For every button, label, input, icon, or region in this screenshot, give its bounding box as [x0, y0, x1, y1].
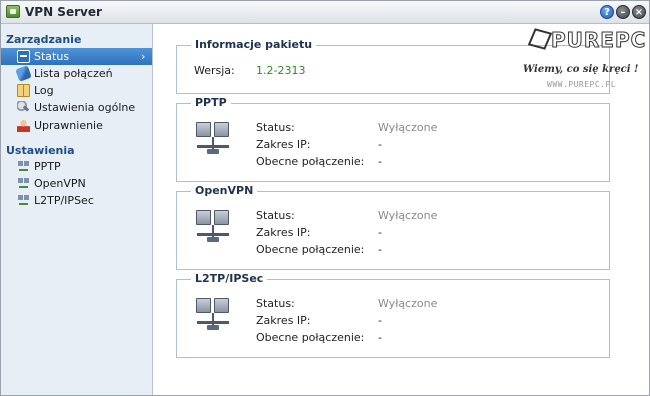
- vpn-server-window: VPN Server ? – × Zarządzanie Status › Li…: [0, 0, 650, 396]
- sidebar-item-openvpn[interactable]: OpenVPN: [1, 175, 152, 192]
- watermark-tagline: Wiemy, co się kręci !: [523, 64, 639, 75]
- sidebar-item-label: Status: [34, 50, 70, 63]
- close-button[interactable]: ×: [632, 5, 646, 19]
- status-value: Wyłączone: [378, 297, 438, 310]
- sidebar-section-zarzadzanie: Zarządzanie: [6, 33, 82, 46]
- vpn-server-app-icon: [6, 5, 20, 18]
- settings-wrench-icon: [17, 101, 30, 114]
- pptp-group: PPTP Status: Wyłączone Zakres IP: - Obec…: [176, 96, 610, 182]
- current-connection-value: -: [378, 331, 382, 344]
- status-value: Wyłączone: [378, 121, 438, 134]
- ip-range-value: -: [378, 138, 382, 151]
- openvpn-title: OpenVPN: [191, 184, 258, 197]
- ip-range-label: Zakres IP:: [256, 226, 311, 239]
- vpn-server-icon: [195, 122, 231, 158]
- sidebar-item-label: OpenVPN: [34, 177, 86, 190]
- watermark-logo: PUREPC: [550, 28, 647, 53]
- ip-range-value: -: [378, 314, 382, 327]
- current-connection-value: -: [378, 155, 382, 168]
- current-connection-value: -: [378, 243, 382, 256]
- vpn-server-icon: [195, 298, 231, 334]
- title-bar[interactable]: VPN Server ? – ×: [1, 1, 649, 24]
- status-label: Status:: [256, 209, 295, 222]
- sidebar-item-general-settings[interactable]: Ustawienia ogólne: [1, 99, 152, 116]
- status-icon: [17, 50, 30, 63]
- minimize-button[interactable]: –: [616, 5, 630, 19]
- chevron-right-icon: ›: [141, 50, 146, 63]
- l2tp-ipsec-title: L2TP/IPSec: [191, 272, 268, 285]
- user-icon: [17, 119, 30, 132]
- sidebar-item-pptp[interactable]: PPTP: [1, 158, 152, 175]
- log-book-icon: [17, 84, 30, 97]
- sidebar-item-label: PPTP: [34, 160, 61, 173]
- current-connection-label: Obecne połączenie:: [256, 243, 365, 256]
- ip-range-label: Zakres IP:: [256, 314, 311, 327]
- watermark-url: WWW.PUREPC.PL: [547, 80, 617, 89]
- sidebar-section-ustawienia: Ustawienia: [6, 144, 75, 157]
- sidebar-item-label: Uprawnienie: [34, 119, 103, 132]
- current-connection-label: Obecne połączenie:: [256, 331, 365, 344]
- ip-range-label: Zakres IP:: [256, 138, 311, 151]
- sidebar-item-status[interactable]: Status ›: [1, 48, 152, 65]
- openvpn-group: OpenVPN Status: Wyłączone Zakres IP: - O…: [176, 184, 610, 270]
- sidebar-item-l2tp-ipsec[interactable]: L2TP/IPSec: [1, 192, 152, 209]
- help-button[interactable]: ?: [600, 5, 614, 19]
- status-label: Status:: [256, 121, 295, 134]
- network-icon: [17, 194, 30, 207]
- main-panel: Informacje pakietu Wersja: 1.2-2313 PPTP…: [153, 24, 649, 395]
- sidebar-item-permissions[interactable]: Uprawnienie: [1, 117, 152, 134]
- window-title: VPN Server: [25, 5, 102, 19]
- current-connection-label: Obecne połączenie:: [256, 155, 365, 168]
- sidebar-item-label: L2TP/IPSec: [34, 194, 94, 207]
- sidebar: Zarządzanie Status › Lista połączeń Log …: [1, 24, 153, 395]
- sidebar-item-label: Log: [34, 84, 54, 97]
- network-icon: [17, 177, 30, 190]
- l2tp-ipsec-group: L2TP/IPSec Status: Wyłączone Zakres IP: …: [176, 272, 610, 358]
- sidebar-item-label: Ustawienia ogólne: [34, 101, 136, 114]
- status-label: Status:: [256, 297, 295, 310]
- version-value: 1.2-2313: [256, 64, 306, 77]
- ip-range-value: -: [378, 226, 382, 239]
- version-label: Wersja:: [194, 64, 235, 77]
- network-icon: [17, 160, 30, 173]
- pptp-title: PPTP: [191, 96, 231, 109]
- package-info-title: Informacje pakietu: [191, 38, 317, 51]
- sidebar-item-label: Lista połączeń: [34, 67, 113, 80]
- connection-list-icon: [15, 65, 32, 82]
- sidebar-item-log[interactable]: Log: [1, 82, 152, 99]
- status-value: Wyłączone: [378, 209, 438, 222]
- vpn-server-icon: [195, 210, 231, 246]
- sidebar-item-connection-list[interactable]: Lista połączeń: [1, 65, 152, 82]
- purepc-watermark: PUREPC Wiemy, co się kręci ! WWW.PUREPC.…: [523, 28, 646, 98]
